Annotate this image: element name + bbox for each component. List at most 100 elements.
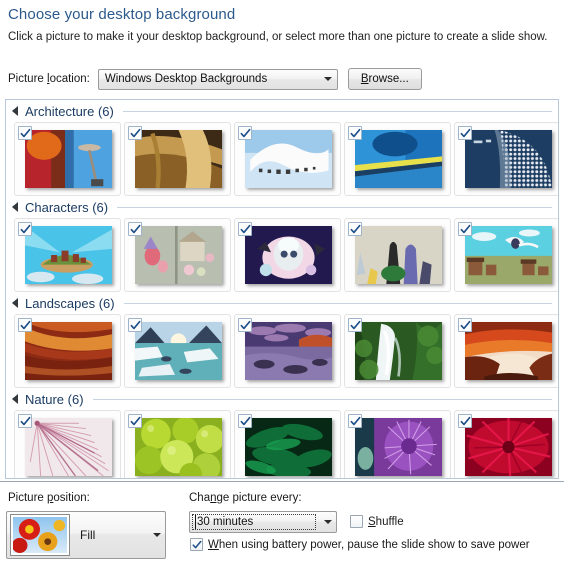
picture-position-preview-thumbnail	[10, 514, 70, 556]
thumbnail-checkbox[interactable]	[348, 126, 362, 140]
thumbnail-image	[25, 226, 112, 284]
browse-button-label: Browse...	[360, 73, 409, 85]
thumbnail-image	[245, 322, 332, 380]
thumbnail-image	[25, 322, 112, 380]
triangle-expanded-icon[interactable]	[12, 298, 18, 308]
picture-position-label-text: Picture position:	[8, 492, 90, 504]
picture-position-combobox[interactable]: Fill	[6, 511, 166, 559]
change-picture-every-label: Change picture every:	[189, 492, 302, 504]
thumbnail-checkbox[interactable]	[458, 318, 472, 332]
category-label: Architecture (6)	[25, 103, 114, 119]
thumbnail-row	[6, 122, 558, 196]
picture-thumbnail[interactable]	[234, 122, 341, 196]
category-header-architecture[interactable]: Architecture (6)	[6, 100, 558, 122]
thumbnail-image	[245, 226, 332, 284]
category-label: Landscapes (6)	[25, 295, 115, 311]
picture-thumbnail[interactable]	[14, 410, 121, 478]
thumbnail-image	[465, 418, 552, 476]
thumbnail-checkbox[interactable]	[128, 222, 142, 236]
category-nature: Nature (6)	[6, 388, 558, 478]
picture-thumbnail[interactable]	[124, 218, 231, 292]
chevron-down-icon	[148, 533, 165, 537]
picture-thumbnail[interactable]	[234, 218, 341, 292]
category-header-landscapes[interactable]: Landscapes (6)	[6, 292, 558, 314]
picture-thumbnail[interactable]	[14, 314, 121, 388]
picture-thumbnail[interactable]	[344, 218, 451, 292]
shuffle-checkbox[interactable]	[350, 515, 363, 528]
thumbnail-checkbox[interactable]	[458, 126, 472, 140]
picture-location-row: Picture location: Windows Desktop Backgr…	[8, 68, 422, 90]
category-label: Nature (6)	[25, 391, 84, 407]
picture-thumbnail[interactable]	[14, 122, 121, 196]
triangle-expanded-icon[interactable]	[12, 106, 18, 116]
battery-pause-checkbox-row[interactable]: When using battery power, pause the slid…	[190, 538, 530, 551]
shuffle-checkbox-row[interactable]: Shuffle	[350, 515, 404, 528]
thumbnail-image	[135, 130, 222, 188]
thumbnail-checkbox[interactable]	[238, 318, 252, 332]
shuffle-label: Shuffle	[368, 515, 404, 528]
thumbnail-image	[355, 418, 442, 476]
category-rule	[122, 110, 552, 112]
picture-thumbnail[interactable]	[14, 218, 121, 292]
category-rule	[92, 398, 552, 400]
thumbnail-image	[245, 130, 332, 188]
thumbnail-checkbox[interactable]	[458, 222, 472, 236]
thumbnail-checkbox[interactable]	[128, 318, 142, 332]
thumbnail-checkbox[interactable]	[348, 414, 362, 428]
picture-thumbnail[interactable]	[454, 122, 558, 196]
thumbnail-row	[6, 410, 558, 478]
thumbnail-checkbox[interactable]	[238, 414, 252, 428]
picture-thumbnail[interactable]	[454, 410, 558, 478]
thumbnail-checkbox[interactable]	[18, 126, 32, 140]
thumbnail-image	[465, 226, 552, 284]
thumbnail-checkbox[interactable]	[238, 126, 252, 140]
change-interval-combobox[interactable]: 30 minutes	[189, 511, 337, 533]
picture-thumbnail[interactable]	[124, 410, 231, 478]
picture-position-label: Picture position:	[8, 492, 90, 504]
picture-thumbnail[interactable]	[344, 122, 451, 196]
picture-thumbnail[interactable]	[124, 314, 231, 388]
thumbnail-checkbox[interactable]	[348, 222, 362, 236]
page-title: Choose your desktop background	[8, 6, 236, 23]
thumbnail-image	[465, 322, 552, 380]
thumbnail-image	[135, 226, 222, 284]
thumbnail-image	[355, 322, 442, 380]
picture-position-value: Fill	[80, 528, 96, 542]
options-panel: Picture position: Fill Change picture ev…	[0, 481, 564, 566]
thumbnail-checkbox[interactable]	[128, 126, 142, 140]
page-subtitle: Click a picture to make it your desktop …	[8, 31, 548, 43]
thumbnail-image	[135, 418, 222, 476]
thumbnail-checkbox[interactable]	[458, 414, 472, 428]
category-header-characters[interactable]: Characters (6)	[6, 196, 558, 218]
thumbnail-checkbox[interactable]	[18, 414, 32, 428]
picture-thumbnail[interactable]	[124, 122, 231, 196]
picture-thumbnail[interactable]	[234, 410, 341, 478]
thumbnail-checkbox[interactable]	[348, 318, 362, 332]
picture-thumbnail[interactable]	[454, 314, 558, 388]
battery-pause-checkbox[interactable]	[190, 538, 203, 551]
thumbnail-image	[355, 130, 442, 188]
picture-thumbnail[interactable]	[344, 314, 451, 388]
chevron-down-icon	[320, 77, 337, 81]
category-rule	[123, 302, 552, 304]
category-header-nature[interactable]: Nature (6)	[6, 388, 558, 410]
category-characters: Characters (6)	[6, 196, 558, 292]
triangle-expanded-icon[interactable]	[12, 394, 18, 404]
chevron-down-icon	[319, 520, 336, 524]
battery-pause-label: When using battery power, pause the slid…	[208, 538, 530, 551]
picture-thumbnail[interactable]	[454, 218, 558, 292]
thumbnail-checkbox[interactable]	[238, 222, 252, 236]
thumbnail-checkbox[interactable]	[18, 222, 32, 236]
thumbnail-row	[6, 314, 558, 388]
category-label: Characters (6)	[25, 199, 109, 215]
thumbnail-checkbox[interactable]	[18, 318, 32, 332]
thumbnail-checkbox[interactable]	[128, 414, 142, 428]
picture-list-panel[interactable]: Architecture (6) Characters (6) Landscapes…	[5, 99, 559, 479]
picture-thumbnail[interactable]	[344, 410, 451, 478]
picture-thumbnail[interactable]	[234, 314, 341, 388]
options-divider	[0, 481, 564, 482]
category-landscapes: Landscapes (6)	[6, 292, 558, 388]
browse-button[interactable]: Browse...	[347, 68, 422, 90]
triangle-expanded-icon[interactable]	[12, 202, 18, 212]
picture-location-combobox[interactable]: Windows Desktop Backgrounds	[97, 68, 338, 90]
